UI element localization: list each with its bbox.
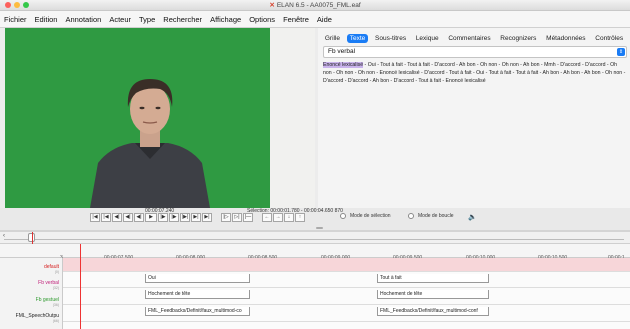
timeline-overview[interactable]: ‹ (0, 232, 630, 244)
menu-edition[interactable]: Edition (35, 15, 58, 24)
viewer-panel: Grille Texte Sous-titres Lexique Comment… (318, 28, 630, 208)
tier-select-value: Fb verbal (328, 48, 356, 55)
highlighted-annotation[interactable]: Enoncé lexicalisé (323, 62, 364, 68)
menu-type[interactable]: Type (139, 15, 155, 24)
menu-acteur[interactable]: Acteur (109, 15, 131, 24)
timeline-cursor[interactable] (80, 244, 81, 329)
go-to-end-button[interactable]: ▶| (202, 213, 212, 222)
tab-sous-titres[interactable]: Sous-titres (372, 34, 409, 43)
selection-mode-option[interactable]: Mode de sélection (340, 213, 391, 219)
previous-annotation-button[interactable]: ← (262, 213, 272, 222)
annotation-fb-gestuel[interactable]: Hochement de tête (145, 290, 250, 299)
loop-mode-option[interactable]: Mode de boucle (408, 213, 454, 219)
tab-recognizers[interactable]: Recognizers (497, 34, 539, 43)
viewer-tabs: Grille Texte Sous-titres Lexique Comment… (318, 32, 630, 44)
previous-pixel-button[interactable]: ◀| (134, 213, 144, 222)
tab-commentaires[interactable]: Commentaires (445, 34, 493, 43)
next-frame-button[interactable]: |▶ (169, 213, 179, 222)
tier-label-default[interactable]: default (0) (44, 264, 59, 274)
speaker-video-frame (90, 79, 210, 208)
selection-begin-button[interactable]: |▷ (221, 213, 231, 222)
video-background-wall (270, 28, 315, 208)
tier-label-fml-speechoutput[interactable]: FML_SpeechOutpu (66) (16, 313, 59, 323)
loop-mode-label: Mode de boucle (418, 213, 454, 219)
video-viewer[interactable] (5, 28, 315, 208)
menu-fenetre[interactable]: Fenêtre (283, 15, 309, 24)
tab-texte[interactable]: Texte (346, 33, 369, 43)
time-ruler[interactable]: 3 00:00:07.500 00:00:08.000 00:00:08.500… (0, 244, 630, 261)
selection-end-button[interactable]: ▷| (232, 213, 242, 222)
default-tier-band[interactable] (63, 258, 630, 271)
annotation-fb-verbal[interactable]: Tout à fait (377, 274, 489, 283)
go-to-begin-button[interactable]: |◀ (90, 213, 100, 222)
menu-aide[interactable]: Aide (317, 15, 332, 24)
menu-bar: Fichier Edition Annotation Acteur Type R… (0, 11, 630, 28)
previous-frame-button[interactable]: ◀| (123, 213, 133, 222)
next-annotation-button[interactable]: → (273, 213, 283, 222)
overview-ruler (4, 239, 624, 240)
title-bar: ✕ ELAN 6.5 - AA0075_FML.eaf (0, 0, 630, 11)
previous-second-button[interactable]: ◀| (112, 213, 122, 222)
menu-options[interactable]: Options (249, 15, 275, 24)
tier-name-column: default (0) Fb verbal (32) Fb gestuel (36) … (0, 258, 63, 329)
annotation-fb-gestuel[interactable]: Hochement de tête (377, 290, 489, 299)
next-second-button[interactable]: |▶| (180, 213, 190, 222)
menu-rechercher[interactable]: Rechercher (163, 15, 202, 24)
tab-controles[interactable]: Contrôles (592, 34, 626, 43)
annotation-fml-speech[interactable]: FML_Feedbacks/Definit/faux_multimod-co (145, 307, 250, 316)
window-title-text: ELAN 6.5 - AA0075_FML.eaf (276, 2, 361, 9)
play-button[interactable]: ▶ (145, 213, 157, 222)
annotation-up-button[interactable]: ↑ (295, 213, 305, 222)
text-viewer-content[interactable]: Enoncé lexicalisé - Oui - Tout à fait - … (323, 61, 627, 85)
selection-mode-radio[interactable] (340, 213, 346, 219)
annotation-fml-speech[interactable]: FML_Feedbacks/Definit/faux_multimod-conf (377, 307, 489, 316)
tab-grille[interactable]: Grille (322, 34, 343, 43)
chevron-down-icon[interactable]: ⇕ (617, 48, 625, 56)
previous-scrollview-button[interactable]: |◀ (101, 213, 111, 222)
playback-buttons: |◀ |◀ ◀| ◀| ◀| ▶ |▶ |▶ |▶| ▶| ▶| |▷ ▷| |… (90, 213, 306, 222)
timeline-viewer[interactable]: 3 00:00:07.500 00:00:08.000 00:00:08.500… (0, 244, 630, 329)
next-scrollview-button[interactable]: ▶| (191, 213, 201, 222)
window-title: ✕ ELAN 6.5 - AA0075_FML.eaf (0, 1, 630, 9)
overview-playhead (32, 232, 33, 244)
next-pixel-button[interactable]: |▶ (158, 213, 168, 222)
annotation-down-button[interactable]: ↓ (284, 213, 294, 222)
clear-selection-button[interactable]: |— (243, 213, 253, 222)
annotation-text-stream: - Oui - Tout à fait - Tout à fait - D'ac… (323, 62, 626, 84)
menu-fichier[interactable]: Fichier (4, 15, 27, 24)
annotation-fb-verbal[interactable]: Oui (145, 274, 250, 283)
speaker-icon[interactable]: 🔈 (468, 213, 477, 221)
menu-annotation[interactable]: Annotation (65, 15, 101, 24)
tier-select-dropdown[interactable]: Fb verbal ⇕ (323, 46, 627, 58)
menu-affichage[interactable]: Affichage (210, 15, 241, 24)
loop-mode-radio[interactable] (408, 213, 414, 219)
tab-metadonnees[interactable]: Métadonnées (543, 34, 588, 43)
tier-label-fb-gestuel[interactable]: Fb gestuel (36) (36, 297, 59, 307)
panel-resize-handle[interactable] (316, 227, 323, 229)
tier-label-fb-verbal[interactable]: Fb verbal (32) (38, 280, 59, 290)
elan-logo-icon: ✕ (269, 2, 275, 9)
tab-lexique[interactable]: Lexique (413, 34, 442, 43)
selection-mode-label: Mode de sélection (350, 213, 391, 219)
